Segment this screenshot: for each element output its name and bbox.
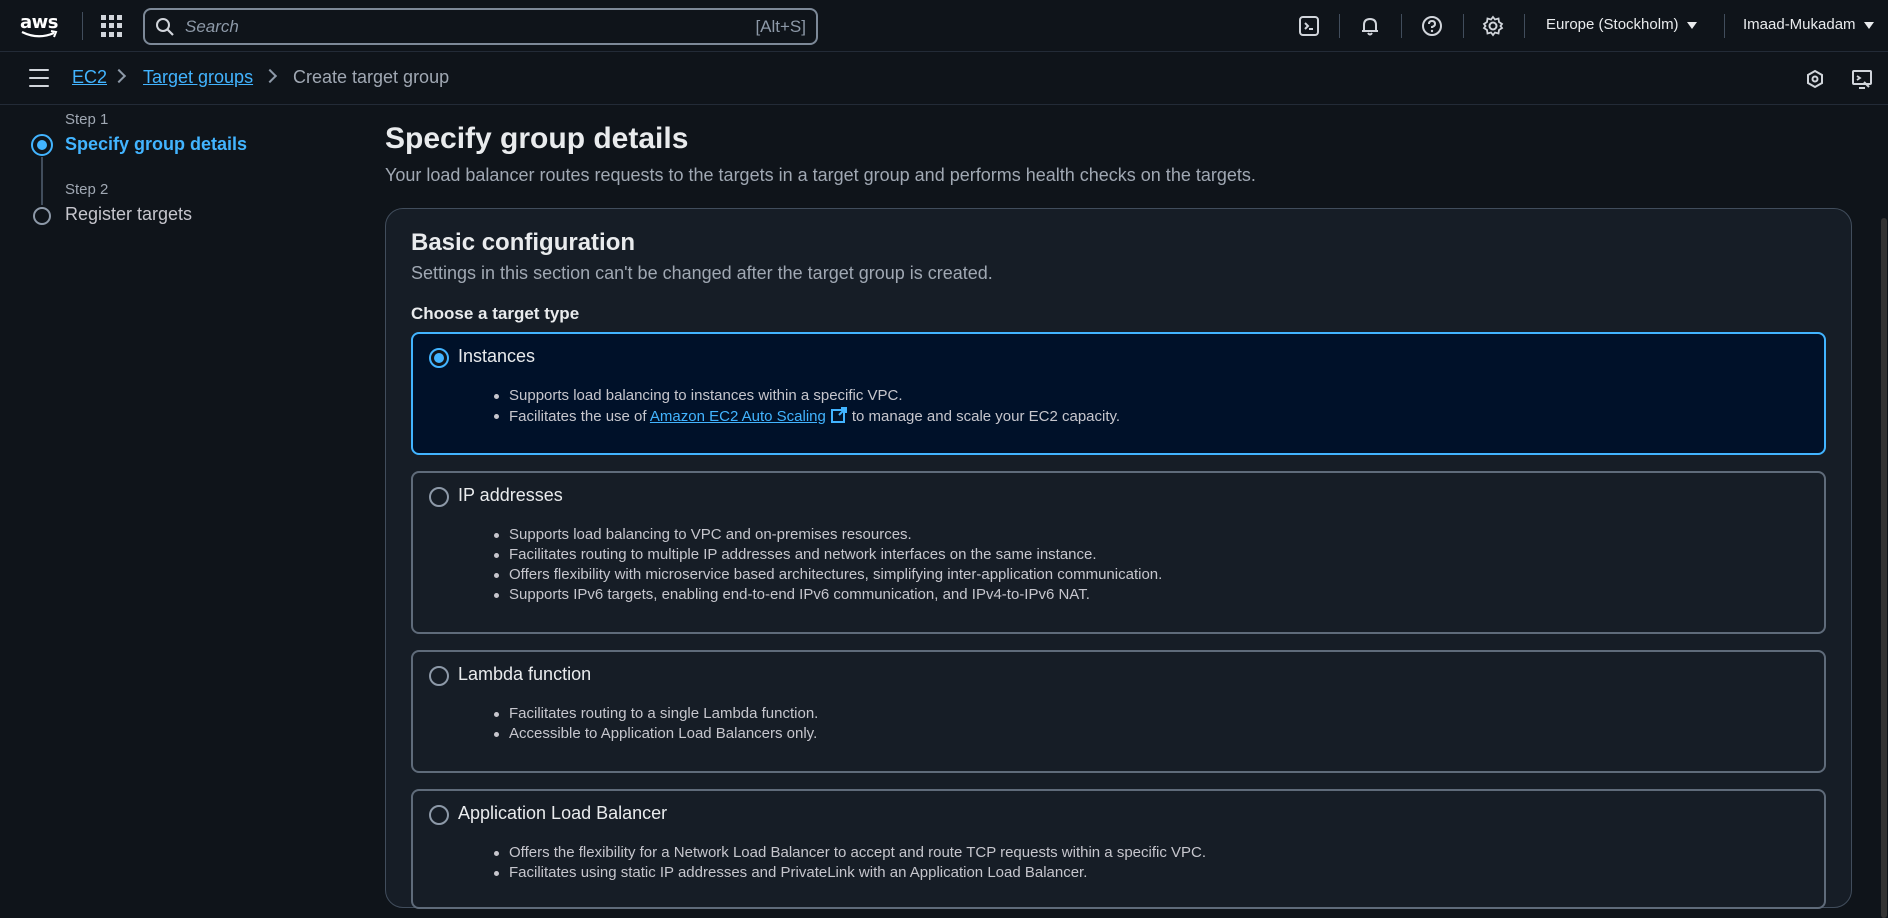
target-type-lambda-tile[interactable]: Lambda function Facilitates routing to a… (411, 650, 1826, 773)
list-item: Facilitates routing to a single Lambda f… (493, 705, 819, 722)
instances-bullets: Supports load balancing to instances wit… (493, 386, 1121, 427)
scrollbar-thumb[interactable] (1881, 218, 1887, 918)
list-item: Offers flexibility with microservice bas… (493, 566, 1163, 583)
caret-down-icon (1686, 21, 1697, 29)
list-item: Facilitates using static IP addresses an… (493, 863, 1206, 883)
chevron-right-icon (262, 68, 278, 84)
region-label: Europe (Stockholm) (1546, 16, 1679, 33)
top-navigation-bar: aws Search [Alt+S] Europe (Stockholm) Im… (0, 0, 1888, 52)
breadcrumb-ec2[interactable]: EC2 (72, 67, 107, 88)
scrollbar[interactable] (1880, 106, 1888, 918)
feedback-icon[interactable] (1849, 66, 1875, 92)
search-box[interactable]: Search [Alt+S] (143, 8, 818, 45)
gear-icon[interactable] (1480, 13, 1506, 39)
step-2-title[interactable]: Register targets (65, 204, 192, 225)
list-item: Supports IPv6 targets, enabling end-to-e… (493, 585, 1162, 605)
divider (1524, 14, 1525, 38)
caret-down-icon (1863, 21, 1874, 29)
list-item: Accessible to Application Load Balancers… (493, 725, 818, 742)
section-title: Basic configuration (411, 229, 636, 256)
target-type-label: Choose a target type (411, 304, 580, 323)
ip-addresses-bullets: Supports load balancing to VPC and on-pr… (493, 525, 1163, 605)
divider (1401, 14, 1402, 38)
section-description: Settings in this section can't be change… (411, 263, 993, 283)
divider (82, 12, 83, 40)
external-link-icon (830, 407, 847, 423)
bell-icon[interactable] (1357, 13, 1383, 39)
aws-smile-icon (21, 30, 58, 38)
target-type-instances-tile[interactable]: Instances Supports load balancing to ins… (411, 332, 1826, 455)
step-connector (41, 157, 43, 205)
info-panel-icon[interactable] (1802, 66, 1828, 92)
list-item: Facilitates the use of Amazon EC2 Auto S… (493, 406, 1121, 427)
help-icon[interactable] (1419, 13, 1445, 39)
step-1-title: Specify group details (65, 134, 248, 154)
instances-radio[interactable] (429, 348, 449, 368)
list-item: Offers the flexibility for a Network Loa… (493, 844, 1207, 861)
cloudshell-icon[interactable] (1296, 13, 1322, 39)
aws-logo[interactable]: aws (20, 12, 62, 40)
breadcrumb-bar: EC2 Target groups Create target group (0, 53, 1888, 105)
divider (1724, 14, 1725, 38)
account-name: Imaad-Mukadam (1743, 16, 1856, 33)
list-item: Facilitates routing to multiple IP addre… (493, 545, 1162, 565)
search-shortcut: [Alt+S] (755, 16, 806, 36)
alb-radio[interactable] (429, 805, 449, 825)
alb-bullets: Offers the flexibility for a Network Loa… (493, 843, 1207, 883)
target-type-ip-tile[interactable]: IP addresses Supports load balancing to … (411, 471, 1826, 634)
page-title: Specify group details (385, 122, 689, 155)
step-2-label: Step 2 (65, 181, 109, 198)
auto-scaling-link[interactable]: Amazon EC2 Auto Scaling (650, 408, 826, 425)
region-selector[interactable]: Europe (Stockholm) (1546, 16, 1697, 33)
lambda-radio[interactable] (429, 666, 449, 686)
alb-label: Application Load Balancer (458, 803, 668, 823)
lambda-bullets: Facilitates routing to a single Lambda f… (493, 704, 819, 744)
list-item: Supports load balancing to VPC and on-pr… (493, 525, 1162, 545)
search-icon (156, 17, 174, 36)
page-description: Your load balancer routes requests to th… (385, 165, 1256, 185)
account-menu[interactable]: Imaad-Mukadam (1743, 16, 1874, 33)
chevron-right-icon (111, 68, 127, 84)
divider (1339, 14, 1340, 38)
search-input[interactable]: Search (185, 17, 755, 37)
lambda-label: Lambda function (458, 664, 592, 684)
breadcrumb-current: Create target group (293, 67, 450, 87)
instances-label: Instances (458, 346, 536, 366)
step-2-indicator (33, 207, 51, 225)
list-item: Supports load balancing to instances wit… (493, 386, 1120, 406)
menu-icon[interactable] (29, 69, 49, 87)
breadcrumb-target-groups[interactable]: Target groups (143, 67, 253, 88)
bullet-suffix: to manage and scale your EC2 capacity. (851, 408, 1121, 425)
services-menu-icon[interactable] (100, 14, 124, 38)
step-1-label: Step 1 (65, 111, 109, 128)
bullet-text: Facilitates the use of (509, 408, 647, 425)
ip-addresses-radio[interactable] (429, 487, 449, 507)
target-type-alb-tile[interactable]: Application Load Balancer Offers the fle… (411, 789, 1826, 909)
divider (1463, 14, 1464, 38)
ip-addresses-label: IP addresses (458, 485, 563, 505)
step-1-active-indicator (31, 134, 53, 156)
